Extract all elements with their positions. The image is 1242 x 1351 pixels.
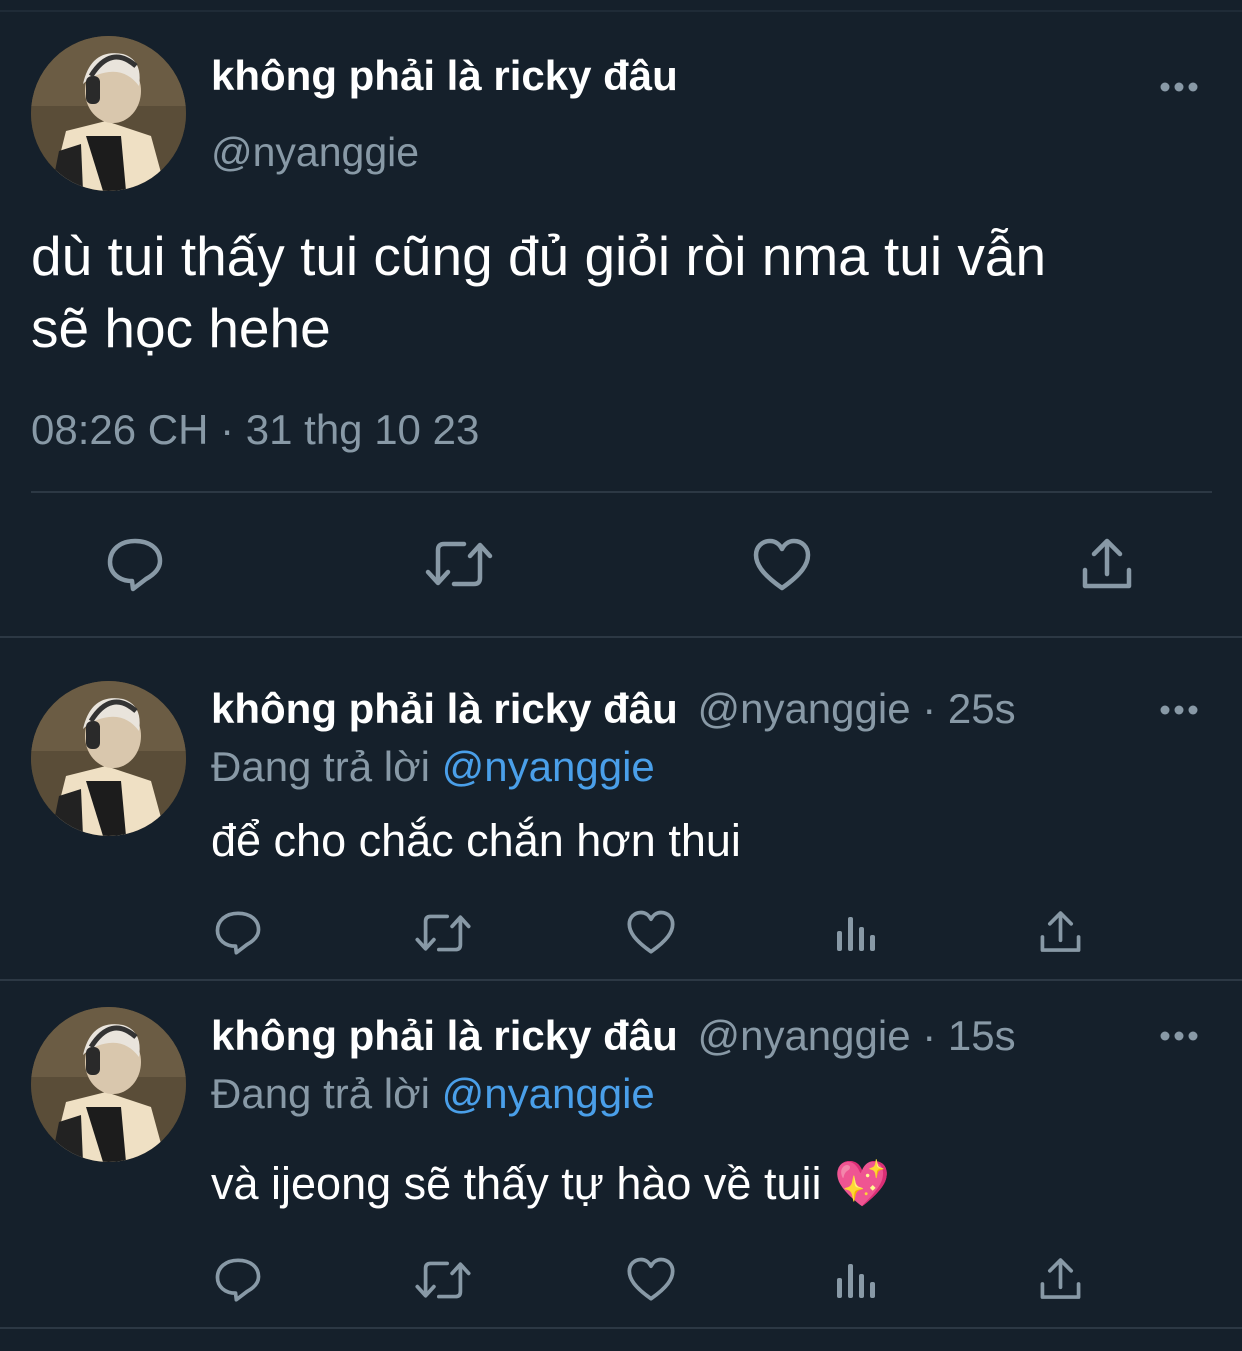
handle-time[interactable]: @nyanggie · 25s	[697, 685, 1015, 732]
share-icon[interactable]	[1080, 536, 1134, 592]
reply-text: và ijeong sẽ thấy tự hào về tuii 💖	[211, 1157, 890, 1211]
more-options-icon[interactable]	[1159, 1029, 1199, 1043]
divider	[0, 636, 1242, 638]
replying-to: Đang trả lời @nyanggie	[211, 1069, 655, 1119]
display-name[interactable]: không phải là ricky đâu	[211, 685, 678, 732]
like-icon[interactable]	[626, 1257, 676, 1302]
timestamp[interactable]: 08:26 CH · 31 thg 10 23	[31, 404, 479, 456]
share-icon[interactable]	[1038, 909, 1083, 955]
divider	[0, 1327, 1242, 1329]
top-divider	[0, 10, 1242, 12]
reply-text: để cho chắc chắn hơn thui	[211, 815, 741, 866]
handle[interactable]: @nyanggie	[211, 128, 419, 176]
reply-icon[interactable]	[214, 1257, 262, 1303]
more-options-icon[interactable]	[1159, 80, 1199, 94]
like-icon[interactable]	[626, 910, 676, 955]
avatar[interactable]	[31, 1007, 186, 1162]
divider	[0, 979, 1242, 981]
tweet-text-line: dù tui thấy tui cũng đủ giỏi ròi nma tui…	[31, 225, 1047, 287]
replying-label: Đang trả lời	[211, 743, 430, 790]
share-icon[interactable]	[1038, 1256, 1083, 1302]
reply-text-content: và ijeong sẽ thấy tự hào về tuii	[211, 1158, 822, 1209]
tweet-text-line: sẽ học hehe	[31, 297, 331, 359]
reply-header: không phải là ricky đâu @nyanggie · 25s	[211, 684, 1016, 734]
retweet-icon[interactable]	[414, 1258, 472, 1302]
handle-time[interactable]: @nyanggie · 15s	[697, 1012, 1015, 1059]
analytics-icon[interactable]	[835, 913, 877, 953]
reply-icon[interactable]	[214, 910, 262, 956]
avatar[interactable]	[31, 681, 186, 836]
divider	[31, 491, 1212, 493]
reply-icon[interactable]	[106, 537, 164, 593]
tweet-text: dù tui thấy tui cũng đủ giỏi ròi nma tui…	[31, 220, 1231, 364]
like-icon[interactable]	[752, 538, 812, 592]
display-name[interactable]: không phải là ricky đâu	[211, 1012, 678, 1059]
replying-label: Đang trả lời	[211, 1070, 430, 1117]
retweet-icon[interactable]	[424, 538, 494, 590]
more-options-icon[interactable]	[1159, 703, 1199, 717]
replying-handle-link[interactable]: @nyanggie	[442, 1070, 655, 1117]
replying-to: Đang trả lời @nyanggie	[211, 742, 655, 792]
reply-header: không phải là ricky đâu @nyanggie · 15s	[211, 1011, 1016, 1061]
replying-handle-link[interactable]: @nyanggie	[442, 743, 655, 790]
display-name[interactable]: không phải là ricky đâu	[211, 52, 678, 100]
sparkling-heart-emoji: 💖	[834, 1158, 891, 1209]
avatar[interactable]	[31, 36, 186, 191]
analytics-icon[interactable]	[835, 1260, 877, 1300]
retweet-icon[interactable]	[414, 911, 472, 955]
